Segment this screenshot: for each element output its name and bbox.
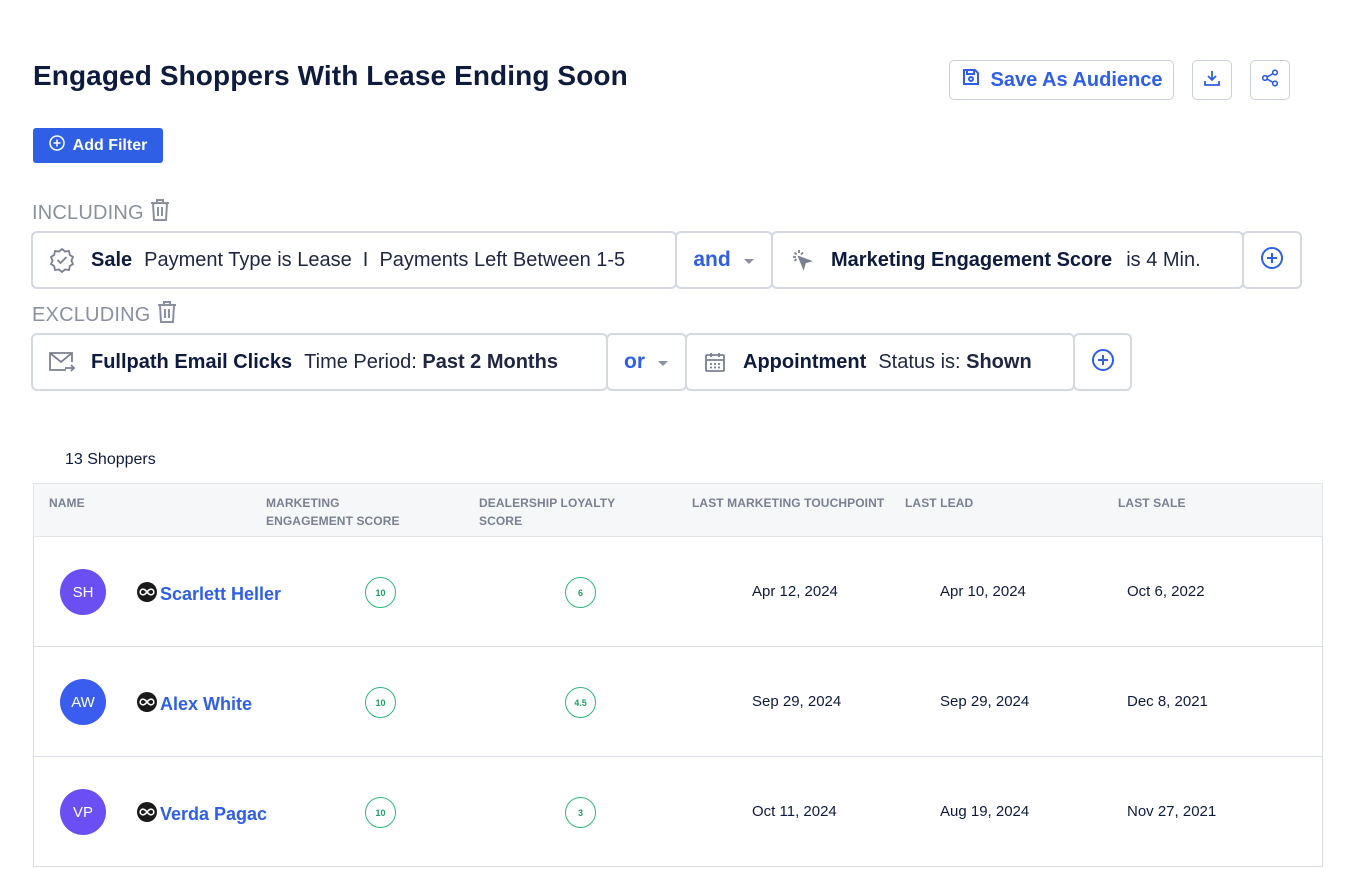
download-icon — [1203, 69, 1221, 92]
excluding-filter-row: Fullpath Email Clicks Time Period: Past … — [31, 333, 1132, 391]
excluding-section-label: EXCLUDING — [32, 300, 177, 330]
save-as-audience-label: Save As Audience — [990, 68, 1163, 91]
shopper-name-link[interactable]: Verda Pagac — [137, 802, 267, 827]
column-header-name[interactable]: NAME — [49, 494, 85, 512]
dealership-loyalty-score-badge: 4.5 — [565, 687, 596, 718]
save-icon — [961, 67, 981, 93]
last-sale: Dec 8, 2021 — [1127, 693, 1208, 710]
infinity-icon — [137, 802, 157, 827]
infinity-icon — [137, 582, 157, 607]
filter-name: Appointment — [743, 350, 867, 373]
filter-chip-sale[interactable]: Sale Payment Type is Lease I Payments Le… — [31, 231, 677, 289]
filter-chip-appointment[interactable]: Appointment Status is: Shown — [685, 333, 1075, 391]
caret-down-icon — [657, 350, 669, 374]
page-title: Engaged Shoppers With Lease Ending Soon — [33, 60, 628, 91]
trash-icon[interactable] — [157, 300, 177, 330]
filter-chip-fullpath-email-clicks[interactable]: Fullpath Email Clicks Time Period: Past … — [31, 333, 608, 391]
calendar-icon — [687, 351, 743, 373]
last-lead: Apr 10, 2024 — [940, 583, 1026, 600]
filter-name: Sale — [91, 248, 133, 271]
shopper-count: 13 Shoppers — [65, 451, 156, 468]
header-actions: Save As Audience — [949, 60, 1290, 100]
column-header-last-sale[interactable]: LAST SALE — [1118, 494, 1186, 512]
filter-desc: Status is: Shown — [878, 350, 1032, 373]
including-section-label: INCLUDING — [32, 198, 170, 228]
last-sale: Nov 27, 2021 — [1127, 803, 1217, 820]
badge-check-icon — [33, 247, 91, 273]
filter-name: Marketing Engagement Score — [831, 248, 1113, 271]
avatar: AW — [60, 679, 106, 725]
column-header-marketing-engagement-score[interactable]: MARKETING ENGAGEMENT SCORE — [266, 494, 400, 530]
plus-circle-icon — [48, 135, 65, 156]
add-excluding-filter-button[interactable] — [1073, 333, 1132, 391]
table-header: NAME MARKETING ENGAGEMENT SCORE DEALERSH… — [33, 483, 1323, 537]
shopper-name-link[interactable]: Scarlett Heller — [137, 582, 281, 607]
column-header-dealership-loyalty-score[interactable]: DEALERSHIP LOYALTY SCORE — [479, 494, 615, 530]
filter-desc: is 4 Min. — [1126, 248, 1201, 271]
operator-and-dropdown[interactable]: and — [675, 231, 773, 289]
add-including-filter-button[interactable] — [1242, 231, 1302, 289]
infinity-icon — [137, 692, 157, 717]
marketing-engagement-score-badge: 10 — [365, 687, 396, 718]
share-icon — [1261, 68, 1279, 92]
column-header-last-marketing-touchpoint[interactable]: LAST MARKETING TOUCHPOINT — [692, 494, 884, 512]
last-marketing-touchpoint: Sep 29, 2024 — [752, 693, 842, 710]
table-row[interactable]: SH Scarlett Heller 10 6 Apr 12, 2024 Apr… — [33, 537, 1323, 647]
last-marketing-touchpoint: Oct 11, 2024 — [752, 803, 837, 820]
save-as-audience-button[interactable]: Save As Audience — [949, 60, 1174, 100]
trash-icon[interactable] — [150, 198, 170, 228]
table-row[interactable]: VP Verda Pagac 10 3 Oct 11, 2024 Aug 19,… — [33, 757, 1323, 867]
filter-desc: Time Period: Past 2 Months — [304, 350, 558, 373]
caret-down-icon — [743, 248, 755, 272]
avatar: SH — [60, 569, 106, 615]
add-filter-button[interactable]: Add Filter — [33, 128, 163, 163]
marketing-engagement-score-badge: 10 — [365, 797, 396, 828]
shopper-name-link[interactable]: Alex White — [137, 692, 252, 717]
last-lead: Aug 19, 2024 — [940, 803, 1030, 820]
last-sale: Oct 6, 2022 — [1127, 583, 1205, 600]
marketing-engagement-score-badge: 10 — [365, 577, 396, 608]
plus-circle-icon — [1091, 348, 1115, 377]
including-filter-row: Sale Payment Type is Lease I Payments Le… — [31, 231, 1302, 289]
operator-or-dropdown[interactable]: or — [606, 333, 687, 391]
dealership-loyalty-score-badge: 3 — [565, 797, 596, 828]
table-row[interactable]: AW Alex White 10 4.5 Sep 29, 2024 Sep 29… — [33, 647, 1323, 757]
download-button[interactable] — [1192, 60, 1232, 100]
cursor-click-icon — [773, 248, 831, 272]
filter-desc: Payment Type is Lease I Payments Left Be… — [144, 248, 626, 271]
avatar: VP — [60, 789, 106, 835]
filter-name: Fullpath Email Clicks — [91, 350, 293, 373]
last-marketing-touchpoint: Apr 12, 2024 — [752, 583, 838, 600]
mail-forward-icon — [33, 350, 91, 374]
share-button[interactable] — [1250, 60, 1290, 100]
plus-circle-icon — [1260, 246, 1284, 275]
column-header-last-lead[interactable]: LAST LEAD — [905, 494, 973, 512]
add-filter-label: Add Filter — [72, 136, 148, 154]
last-lead: Sep 29, 2024 — [940, 693, 1030, 710]
filter-chip-marketing-engagement[interactable]: Marketing Engagement Score is 4 Min. — [771, 231, 1244, 289]
dealership-loyalty-score-badge: 6 — [565, 577, 596, 608]
shoppers-table: NAME MARKETING ENGAGEMENT SCORE DEALERSH… — [33, 483, 1323, 867]
